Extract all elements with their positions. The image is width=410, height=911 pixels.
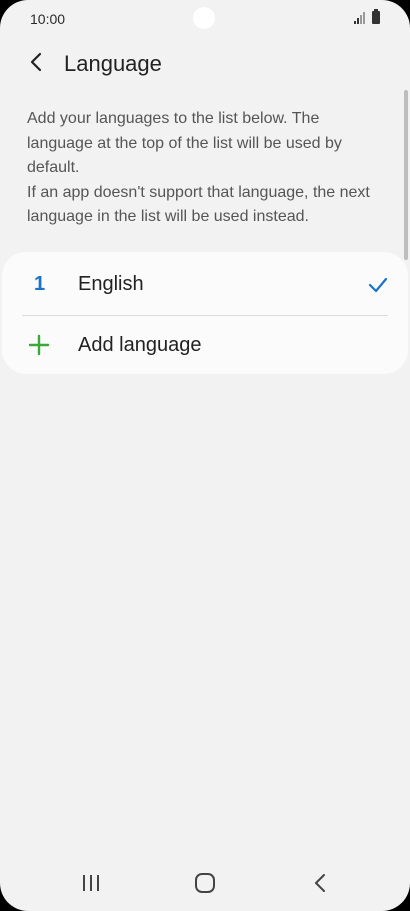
language-number: 1: [34, 273, 46, 295]
description-text: Add your languages to the list below. Th…: [27, 107, 385, 230]
recent-apps-icon[interactable]: [76, 870, 106, 896]
language-list-card: 1 English Add language: [2, 252, 408, 374]
page-title: Language: [64, 51, 162, 76]
plus-icon: [28, 334, 50, 356]
language-item-english[interactable]: 1 English: [2, 255, 408, 315]
navigation-bar: [0, 860, 410, 906]
language-name: English: [78, 273, 144, 295]
battery-icon: [372, 9, 380, 24]
scrollbar[interactable]: [404, 90, 408, 260]
settings-screen: 10:00 Language Add your languages to the…: [0, 0, 410, 911]
app-header: Language: [0, 40, 410, 86]
check-icon: [368, 277, 388, 293]
signal-icon: [354, 12, 365, 24]
add-language-button[interactable]: Add language: [2, 316, 408, 376]
description-line-2: If an app doesn't support that language,…: [27, 183, 370, 226]
status-bar: 10:00: [0, 0, 410, 38]
status-time: 10:00: [30, 11, 66, 27]
chevron-left-icon[interactable]: [20, 46, 52, 78]
add-language-label: Add language: [78, 334, 202, 356]
camera-cutout: [193, 7, 215, 29]
back-icon[interactable]: [305, 870, 335, 896]
home-icon[interactable]: [190, 870, 220, 896]
description-line-1: Add your languages to the list below. Th…: [27, 110, 342, 176]
